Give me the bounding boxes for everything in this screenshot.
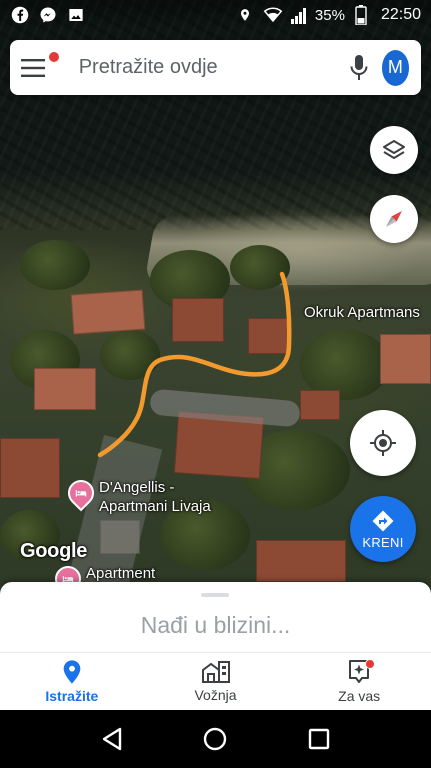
account-avatar[interactable]: M xyxy=(381,49,409,86)
battery-percent: 35% xyxy=(314,6,345,24)
status-bar: 35% 22:50 xyxy=(0,0,431,30)
place-label-apartment[interactable]: Apartment xyxy=(86,564,155,583)
home-button[interactable] xyxy=(195,719,235,759)
microphone-icon xyxy=(350,54,368,80)
tab-commute-label: Vožnja xyxy=(194,687,237,703)
search-bar[interactable]: M xyxy=(10,40,421,95)
tab-explore[interactable]: Istražite xyxy=(0,653,144,710)
notification-dot xyxy=(365,659,376,669)
notification-dot xyxy=(49,52,59,62)
battery-icon xyxy=(351,5,371,25)
back-button[interactable] xyxy=(92,719,132,759)
voice-search-button[interactable] xyxy=(344,40,374,95)
clock: 22:50 xyxy=(380,6,421,23)
signal-icon xyxy=(289,5,309,25)
back-triangle-icon xyxy=(102,727,122,751)
route-line xyxy=(97,271,292,458)
menu-button[interactable] xyxy=(10,40,59,95)
home-circle-icon xyxy=(204,727,227,751)
google-logo: Google xyxy=(20,540,88,562)
layers-button[interactable] xyxy=(370,126,418,174)
facebook-icon xyxy=(10,5,30,25)
directions-icon xyxy=(372,510,394,531)
tab-for-you-label: Za vas xyxy=(338,688,381,704)
crosshair-location-icon xyxy=(370,430,396,456)
explore-sheet[interactable]: Nađi u blizini... xyxy=(0,582,431,652)
tab-commute[interactable]: Vožnja xyxy=(144,653,288,710)
tab-explore-label: Istražite xyxy=(45,688,99,704)
recents-square-icon xyxy=(308,728,330,750)
directions-label: KRENI xyxy=(362,534,404,550)
sheet-drag-handle[interactable] xyxy=(201,593,229,597)
wifi-icon xyxy=(263,5,283,25)
compass-button[interactable] xyxy=(370,195,418,243)
my-location-button[interactable] xyxy=(350,410,416,476)
bottom-navigation: Istražite Vožnja Za vas xyxy=(0,652,431,710)
compass-icon xyxy=(386,211,402,227)
commute-icon xyxy=(201,661,230,683)
gallery-icon xyxy=(66,5,86,25)
place-label-dangellis[interactable]: D'Angellis - Apartmani Livaja xyxy=(99,478,211,516)
pin-icon xyxy=(63,660,81,684)
directions-button[interactable]: KRENI xyxy=(350,496,416,562)
place-label-okruk[interactable]: Okruk Apartmans xyxy=(304,303,420,322)
recents-button[interactable] xyxy=(299,719,339,759)
layers-icon xyxy=(383,140,405,159)
location-icon xyxy=(235,5,255,25)
tab-for-you[interactable]: Za vas xyxy=(287,653,431,710)
search-input[interactable] xyxy=(56,56,344,79)
system-navigation-bar xyxy=(0,710,431,768)
hamburger-menu-icon xyxy=(21,58,46,77)
find-nearby-label[interactable]: Nađi u blizini... xyxy=(0,612,431,639)
messenger-icon xyxy=(38,5,58,25)
